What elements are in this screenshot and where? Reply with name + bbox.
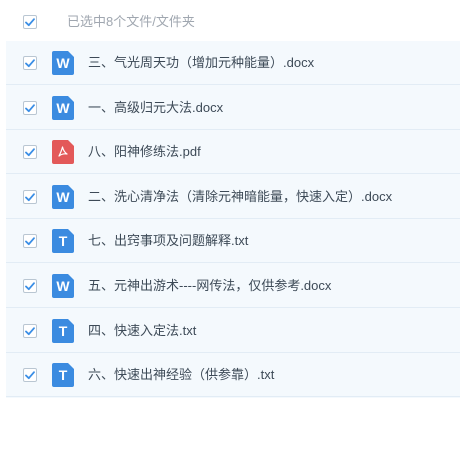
file-checkbox[interactable] xyxy=(23,56,37,70)
file-row[interactable]: T 四、快速入定法.txt xyxy=(6,309,460,353)
file-icon-letter: T xyxy=(58,233,68,249)
checkmark-icon xyxy=(25,236,35,245)
select-all-checkbox[interactable] xyxy=(23,15,37,29)
word-file-icon: W xyxy=(52,185,74,209)
file-row[interactable]: 八、阳神修练法.pdf xyxy=(6,130,460,174)
file-row[interactable]: T 七、出窍事项及问题解释.txt xyxy=(6,219,460,263)
checkmark-icon xyxy=(25,17,35,26)
file-row[interactable]: W 三、气光周天功（增加元种能量）.docx xyxy=(6,41,460,85)
file-checkbox[interactable] xyxy=(23,145,37,159)
selection-header: 已选中8个文件/文件夹 xyxy=(0,0,460,42)
checkmark-icon xyxy=(25,281,35,290)
file-checkbox[interactable] xyxy=(23,324,37,338)
file-row[interactable]: T 六、快速出神经验（供参靠）.txt xyxy=(6,353,460,397)
file-icon-letter: T xyxy=(58,323,68,339)
txt-file-icon: T xyxy=(52,363,74,387)
file-checkbox[interactable] xyxy=(23,190,37,204)
file-icon-letter: W xyxy=(56,100,70,116)
file-name: 一、高级归元大法.docx xyxy=(88,100,224,115)
txt-file-icon: T xyxy=(52,229,74,253)
file-row[interactable]: W 一、高级归元大法.docx xyxy=(6,86,460,130)
word-file-icon: W xyxy=(52,96,74,120)
file-checkbox[interactable] xyxy=(23,234,37,248)
file-name: 二、洗心清净法（清除元神暗能量，快速入定）.docx xyxy=(88,189,393,204)
txt-file-icon: T xyxy=(52,319,74,343)
file-name: 四、快速入定法.txt xyxy=(88,323,197,338)
word-file-icon: W xyxy=(52,274,74,298)
file-name: 三、气光周天功（增加元种能量）.docx xyxy=(88,55,315,70)
selection-summary: 已选中8个文件/文件夹 xyxy=(67,14,195,29)
checkmark-icon xyxy=(25,103,35,112)
file-selection-panel: 已选中8个文件/文件夹 W 三、气光周天功（增加元种能量）.docx W 一、高级归元… xyxy=(0,0,460,452)
checkmark-icon xyxy=(25,58,35,67)
file-checkbox[interactable] xyxy=(23,279,37,293)
checkmark-icon xyxy=(25,370,35,379)
word-file-icon: W xyxy=(52,51,74,75)
file-row[interactable]: W 五、元神出游术----网传法，仅供参考.docx xyxy=(6,264,460,308)
file-name: 八、阳神修练法.pdf xyxy=(88,144,201,159)
checkmark-icon xyxy=(25,192,35,201)
pdf-file-icon xyxy=(52,140,74,164)
file-checkbox[interactable] xyxy=(23,368,37,382)
file-name: 五、元神出游术----网传法，仅供参考.docx xyxy=(88,278,332,293)
file-icon-letter: W xyxy=(56,55,70,71)
file-icon-letter: W xyxy=(56,189,70,205)
checkmark-icon xyxy=(25,147,35,156)
file-icon-letter: T xyxy=(58,367,68,383)
file-icon-letter: W xyxy=(56,278,70,294)
file-name: 七、出窍事项及问题解释.txt xyxy=(88,233,249,248)
file-checkbox[interactable] xyxy=(23,101,37,115)
file-row[interactable]: W 二、洗心清净法（清除元神暗能量，快速入定）.docx xyxy=(6,175,460,219)
file-list: W 三、气光周天功（增加元种能量）.docx W 一、高级归元大法.docx 八、阳神修… xyxy=(6,41,460,398)
file-name: 六、快速出神经验（供参靠）.txt xyxy=(88,367,275,382)
checkmark-icon xyxy=(25,326,35,335)
